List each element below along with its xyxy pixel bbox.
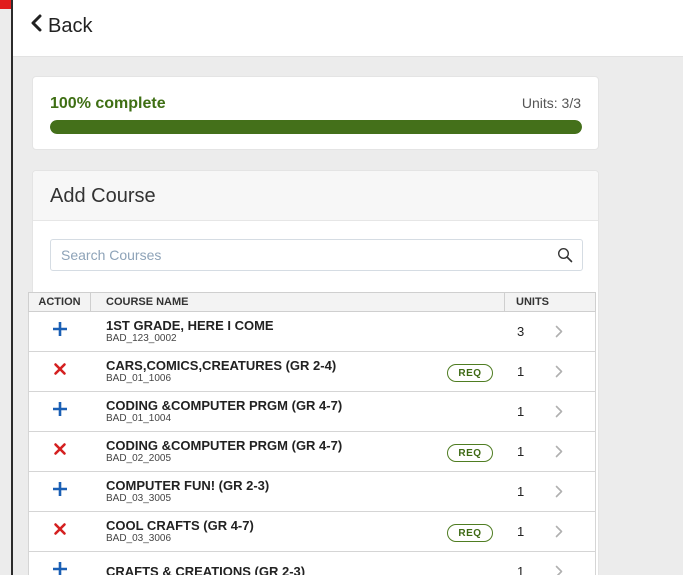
progress-bar-fill [50, 120, 582, 134]
course-name-cell: 1ST GRADE, HERE I COME BAD_123_0002 [91, 312, 505, 351]
course-name-cell: CARS,COMICS,CREATURES (GR 2-4) BAD_01_10… [91, 352, 505, 391]
course-code: BAD_03_3005 [106, 493, 172, 504]
course-name-cell: CODING &COMPUTER PRGM (GR 4-7) BAD_02_20… [91, 432, 505, 471]
add-course-button[interactable] [29, 472, 91, 511]
course-name: 1ST GRADE, HERE I COME [106, 318, 274, 333]
table-header: ACTION COURSE NAME UNITS [28, 292, 596, 312]
course-name-cell: CRAFTS & CREATIONS (GR 2-3) [91, 552, 505, 575]
chevron-right-icon[interactable] [555, 312, 595, 351]
progress-bar [50, 120, 582, 134]
progress-card: 100% complete Units: 3/3 [32, 76, 599, 150]
add-course-panel: Add Course ACTION COURSE NAME UNITS 1ST … [28, 170, 599, 575]
course-name: COOL CRAFTS (GR 4-7) [106, 518, 254, 533]
search-input[interactable] [51, 240, 551, 270]
course-name-cell: COMPUTER FUN! (GR 2-3) BAD_03_3005 [91, 472, 505, 511]
chevron-right-icon[interactable] [555, 552, 595, 575]
course-name-cell: CODING &COMPUTER PRGM (GR 4-7) BAD_01_10… [91, 392, 505, 431]
chevron-right-icon[interactable] [555, 392, 595, 431]
column-header-action: ACTION [29, 293, 91, 311]
chevron-left-icon [30, 14, 42, 38]
req-badge: REQ [447, 364, 493, 382]
course-code: BAD_123_0002 [106, 333, 177, 344]
chevron-right-icon[interactable] [555, 472, 595, 511]
course-units: 1 [517, 524, 525, 539]
add-course-button[interactable] [29, 392, 91, 431]
course-rows: 1ST GRADE, HERE I COME BAD_123_0002 3 CA… [28, 312, 596, 575]
course-code: BAD_01_1004 [106, 413, 172, 424]
course-units: 1 [517, 564, 525, 575]
back-label: Back [48, 14, 93, 37]
course-name-cell: COOL CRAFTS (GR 4-7) BAD_03_3006 REQ [91, 512, 505, 551]
course-units: 1 [517, 364, 525, 379]
add-course-title: Add Course [50, 185, 156, 207]
course-name: CARS,COMICS,CREATURES (GR 2-4) [106, 358, 337, 373]
course-units: 1 [517, 444, 525, 459]
units-count: Units: 3/3 [521, 95, 581, 111]
chevron-right-icon[interactable] [555, 352, 595, 391]
back-button[interactable]: Back [30, 14, 92, 38]
plus-icon [52, 401, 68, 421]
course-row[interactable]: COOL CRAFTS (GR 4-7) BAD_03_3006 REQ 1 [28, 512, 596, 552]
column-header-course-name: COURSE NAME [91, 293, 505, 311]
course-row[interactable]: CODING &COMPUTER PRGM (GR 4-7) BAD_02_20… [28, 432, 596, 472]
search-box[interactable] [50, 239, 583, 271]
add-course-button[interactable] [29, 552, 91, 575]
plus-icon [52, 561, 68, 575]
course-name: CRAFTS & CREATIONS (GR 2-3) [106, 564, 306, 575]
x-icon [53, 442, 67, 461]
course-code: BAD_02_2005 [106, 453, 172, 464]
x-icon [53, 522, 67, 541]
plus-icon [52, 481, 68, 501]
top-bar: Back [13, 0, 683, 57]
req-badge: REQ [447, 524, 493, 542]
course-units: 3 [517, 324, 525, 339]
course-row[interactable]: CODING &COMPUTER PRGM (GR 4-7) BAD_01_10… [28, 392, 596, 432]
course-row[interactable]: COMPUTER FUN! (GR 2-3) BAD_03_3005 1 [28, 472, 596, 512]
plus-icon [52, 321, 68, 341]
course-name: CODING &COMPUTER PRGM (GR 4-7) [106, 398, 343, 413]
course-table: ACTION COURSE NAME UNITS 1ST GRADE, HERE… [28, 292, 596, 575]
chevron-right-icon[interactable] [555, 432, 595, 471]
req-badge: REQ [447, 444, 493, 462]
column-header-units: UNITS [516, 296, 549, 308]
add-course-button[interactable] [29, 312, 91, 351]
course-code: BAD_01_1006 [106, 373, 172, 384]
remove-course-button[interactable] [29, 352, 91, 391]
course-name: COMPUTER FUN! (GR 2-3) [106, 478, 270, 493]
course-name: CODING &COMPUTER PRGM (GR 4-7) [106, 438, 343, 453]
chevron-right-icon[interactable] [555, 512, 595, 551]
course-units: 1 [517, 404, 525, 419]
course-units: 1 [517, 484, 525, 499]
course-row[interactable]: 1ST GRADE, HERE I COME BAD_123_0002 3 [28, 312, 596, 352]
course-row[interactable]: CARS,COMICS,CREATURES (GR 2-4) BAD_01_10… [28, 352, 596, 392]
progress-label: 100% complete [50, 95, 166, 112]
course-row[interactable]: CRAFTS & CREATIONS (GR 2-3) 1 [28, 552, 596, 575]
remove-course-button[interactable] [29, 512, 91, 551]
x-icon [53, 362, 67, 381]
left-divider [11, 0, 13, 575]
search-icon[interactable] [557, 247, 573, 263]
course-code: BAD_03_3006 [106, 533, 172, 544]
remove-course-button[interactable] [29, 432, 91, 471]
add-course-header: Add Course [33, 171, 598, 221]
